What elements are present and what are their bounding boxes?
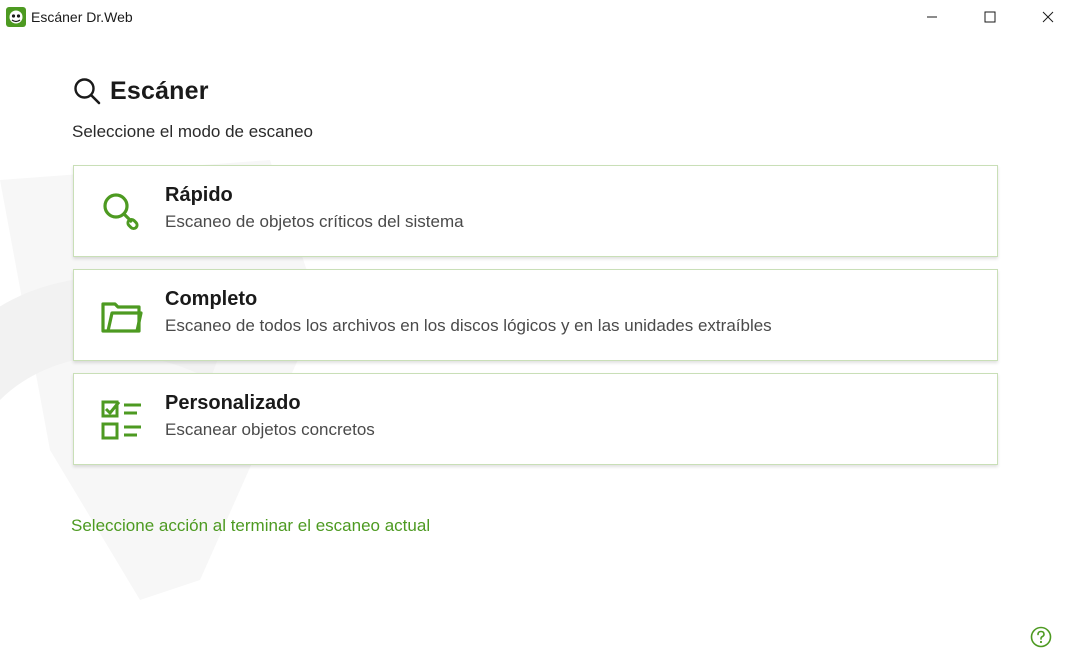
maximize-button[interactable]: [961, 0, 1019, 34]
scan-mode-full-card[interactable]: Completo Escaneo de todos los archivos e…: [73, 269, 998, 361]
scan-mode-title: Rápido: [165, 184, 233, 206]
scan-mode-description: Escaneo de objetos críticos del sistema: [165, 212, 464, 231]
scanner-window: Escáner Dr.Web Escáner Seleccione el mod…: [0, 0, 1072, 651]
drweb-app-icon: [6, 7, 26, 27]
minimize-button[interactable]: [903, 0, 961, 34]
close-icon: [1042, 11, 1054, 23]
page-heading: Escáner: [72, 76, 209, 106]
window-title: Escáner Dr.Web: [31, 9, 133, 25]
post-scan-action-link[interactable]: Seleccione acción al terminar el escaneo…: [71, 516, 430, 536]
close-button[interactable]: [1019, 0, 1072, 34]
page-title: Escáner: [110, 76, 209, 105]
scan-mode-title: Personalizado: [165, 392, 301, 414]
minimize-icon: [927, 16, 937, 18]
scan-mode-title: Completo: [165, 288, 258, 310]
page-subtitle: Seleccione el modo de escaneo: [72, 122, 313, 141]
search-icon: [74, 78, 101, 105]
scan-mode-description: Escaneo de todos los archivos en los dis…: [165, 316, 772, 335]
magnifier-icon: [103, 193, 139, 231]
scan-mode-custom-card[interactable]: Personalizado Escanear objetos concretos: [73, 373, 998, 465]
maximize-icon: [984, 11, 996, 23]
scan-mode-quick-card[interactable]: Rápido Escaneo de objetos críticos del s…: [73, 165, 998, 257]
checklist-icon: [101, 400, 141, 440]
help-icon[interactable]: [1030, 626, 1052, 648]
scan-mode-description: Escanear objetos concretos: [165, 420, 375, 439]
folder-icon: [101, 302, 143, 333]
title-bar: Escáner Dr.Web: [0, 0, 1072, 34]
